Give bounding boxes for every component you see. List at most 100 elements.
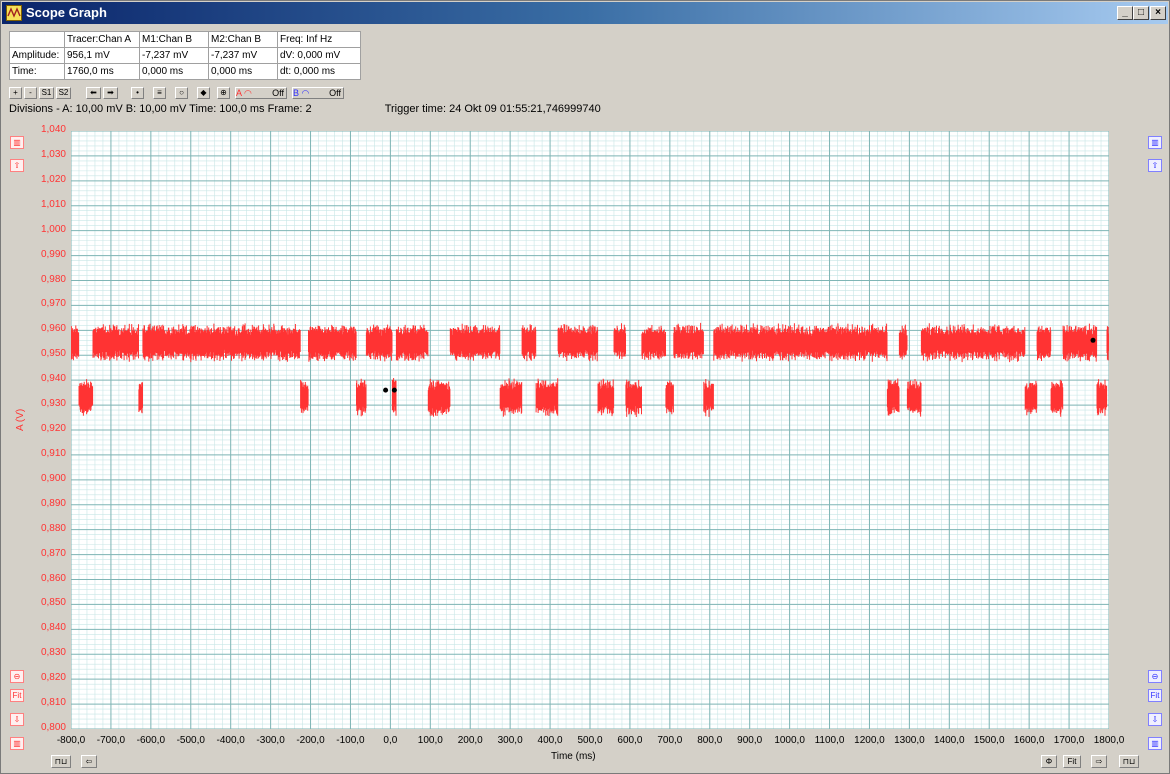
x-tick-label: 1700,0 — [1053, 735, 1085, 746]
channel-b-state: Off — [329, 88, 341, 98]
y-tick-label: 1,010 — [40, 198, 66, 210]
scope-chart — [71, 131, 1109, 729]
time-right-arrow-icon[interactable]: ⇨ — [1091, 755, 1107, 768]
scope-graph-window: Scope Graph _ □ × Tracer:Chan A M1:Chan … — [0, 0, 1170, 774]
marker-dot-icon[interactable]: • — [131, 87, 144, 99]
x-tick-label: 1600,0 — [1013, 735, 1045, 746]
x-tick-label: -700,0 — [96, 735, 126, 746]
table-cell: dt: 0,000 ms — [277, 63, 361, 80]
time-left-arrow-icon[interactable]: ⇦ — [81, 755, 97, 768]
x-tick-label: 1500,0 — [973, 735, 1005, 746]
y-tick-label: 0,900 — [40, 472, 66, 484]
channel-b-label: B — [293, 88, 300, 98]
table-row: Amplitude: 956,1 mV -7,237 mV -7,237 mV … — [9, 47, 361, 64]
x-tick-label: -200,0 — [296, 735, 325, 746]
y-tick-label: 0,940 — [40, 373, 66, 385]
y-tick-label: 0,890 — [40, 497, 66, 509]
chan-b-fit-button[interactable]: Fit — [1148, 689, 1162, 702]
chan-b-center-icon[interactable]: ⊖ — [1148, 670, 1162, 683]
x-tick-label: 300,0 — [497, 735, 523, 746]
chan-a-down-arrow-icon[interactable]: ⇩ — [10, 713, 24, 726]
channel-b-wave-icon: ◠ — [301, 88, 310, 98]
x-tick-label: 1800,0 — [1093, 735, 1125, 746]
row-label: Time: — [9, 63, 65, 80]
table-row: Time: 1760,0 ms 0,000 ms 0,000 ms dt: 0,… — [9, 63, 361, 80]
x-tick-label: -800,0 — [56, 735, 86, 746]
table-cell: 0,000 ms — [139, 63, 209, 80]
left-arrow-icon[interactable]: ⬅ — [86, 87, 101, 99]
marker-point-2 — [1090, 337, 1096, 343]
channel-b-toggle[interactable]: B ◠ Off — [292, 87, 344, 99]
x-tick-label: 1000,0 — [774, 735, 805, 746]
minimize-button[interactable]: _ — [1117, 6, 1133, 20]
chan-a-scale-bottom-icon[interactable]: ▥ — [10, 737, 24, 750]
marker-point-1 — [391, 387, 397, 393]
x-tick-label: 900,0 — [737, 735, 763, 746]
y-tick-label: 0,830 — [40, 647, 66, 659]
table-cell: 1760,0 ms — [64, 63, 140, 80]
circle-icon[interactable]: ○ — [175, 87, 188, 99]
s2-button[interactable]: S2 — [56, 87, 71, 99]
maximize-button[interactable]: □ — [1133, 6, 1149, 20]
table-cell: 0,000 ms — [208, 63, 278, 80]
chan-b-down-arrow-icon[interactable]: ⇩ — [1148, 713, 1162, 726]
y-tick-label: 0,950 — [40, 348, 66, 360]
x-tick-label: -300,0 — [256, 735, 285, 746]
time-fit-button[interactable]: Fit — [1063, 755, 1081, 768]
header-cell: M1:Chan B — [139, 31, 209, 48]
chan-a-center-icon[interactable]: ⊖ — [10, 670, 24, 683]
x-axis-title: Time (ms) — [551, 751, 596, 762]
table-cell: dV: 0,000 mV — [277, 47, 361, 64]
chan-b-scale-bottom-icon[interactable]: ▥ — [1148, 737, 1162, 750]
s1-button[interactable]: S1 — [39, 87, 54, 99]
y-tick-label: 1,020 — [40, 173, 66, 185]
scope-app-icon — [6, 5, 22, 21]
right-arrow-icon[interactable]: ➡ — [103, 87, 118, 99]
header-cell: M2:Chan B — [208, 31, 278, 48]
time-center-icon[interactable]: Φ — [1041, 755, 1057, 768]
table-cell: -7,237 mV — [208, 47, 278, 64]
y-tick-label: 0,810 — [40, 697, 66, 709]
y-tick-label: 0,840 — [40, 622, 66, 634]
y-tick-label: 0,850 — [40, 597, 66, 609]
chan-b-scale-icon[interactable]: ▥ — [1148, 136, 1162, 149]
time-scale-right-icon[interactable]: ⊓⊔ — [1119, 755, 1139, 768]
y-tick-label: 1,030 — [40, 148, 66, 160]
list-icon[interactable]: ≡ — [153, 87, 166, 99]
x-tick-label: 500,0 — [577, 735, 603, 746]
title-bar[interactable]: Scope Graph _ □ × — [2, 2, 1168, 24]
x-tick-label: 1100,0 — [814, 735, 845, 746]
x-tick-label: 800,0 — [697, 735, 723, 746]
y-tick-label: 0,980 — [40, 273, 66, 285]
zoom-out-button[interactable]: - — [24, 87, 37, 99]
time-scale-icon[interactable]: ⊓⊔ — [51, 755, 71, 768]
chan-b-up-arrow-icon[interactable]: ⇧ — [1148, 159, 1162, 172]
header-cell: Tracer:Chan A — [64, 31, 140, 48]
channel-a-wave-icon: ◠ — [244, 88, 252, 98]
chan-a-scale-icon[interactable]: ▥ — [10, 136, 24, 149]
status-line: Divisions - A: 10,00 mV B: 10,00 mV Time… — [9, 103, 601, 115]
table-header-row: Tracer:Chan A M1:Chan B M2:Chan B Freq: … — [9, 31, 361, 48]
channel-a-toggle[interactable]: A ◠ Off — [235, 87, 287, 99]
cursor-icon[interactable]: ◆ — [197, 87, 210, 99]
center-icon[interactable]: ⊕ — [217, 87, 230, 99]
chan-a-fit-button[interactable]: Fit — [10, 689, 24, 702]
trigger-time-text: Trigger time: 24 Okt 09 01:55:21,7469997… — [384, 103, 601, 115]
x-tick-label: 100,0 — [417, 735, 443, 746]
x-tick-label: 0,0 — [383, 735, 398, 746]
window-title: Scope Graph — [26, 5, 107, 20]
y-tick-label: 0,800 — [40, 722, 66, 733]
x-tick-label: 1200,0 — [854, 735, 885, 746]
close-button[interactable]: × — [1150, 6, 1166, 20]
x-tick-label: 1300,0 — [894, 735, 925, 746]
divisions-text: Divisions - A: 10,00 mV B: 10,00 mV Time… — [9, 103, 312, 115]
scope-plot-area[interactable] — [71, 131, 1109, 729]
chan-a-up-arrow-icon[interactable]: ⇧ — [10, 159, 24, 172]
measurement-table: Tracer:Chan A M1:Chan B M2:Chan B Freq: … — [9, 31, 361, 80]
x-tick-label: -400,0 — [216, 735, 245, 746]
x-tick-label: 400,0 — [537, 735, 563, 746]
y-tick-label: 0,920 — [40, 423, 66, 434]
y-tick-label: 1,040 — [40, 124, 66, 135]
zoom-in-button[interactable]: + — [9, 87, 22, 99]
y-tick-label: 0,860 — [40, 572, 66, 584]
